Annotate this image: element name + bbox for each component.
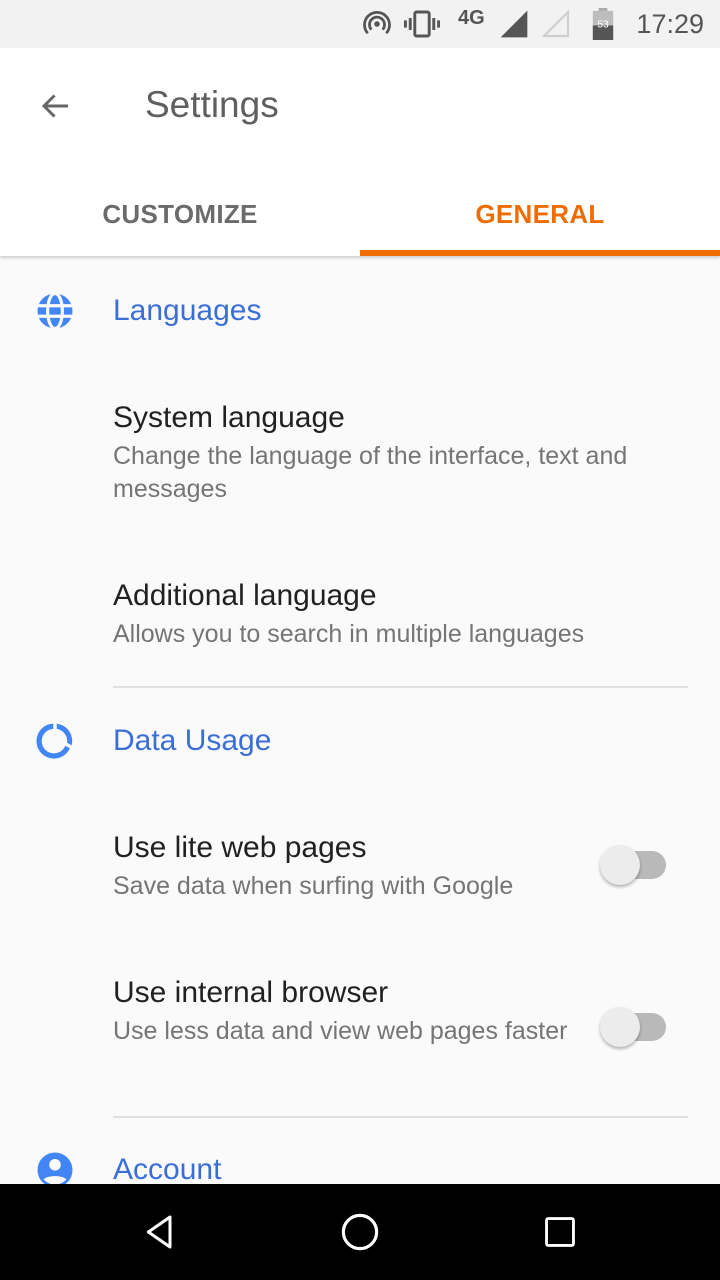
item-subtitle: Use less data and view web pages faster — [113, 1017, 568, 1045]
status-bar: 4G 53 17:29 — [0, 0, 720, 48]
item-title: Use internal browser — [113, 976, 389, 1009]
system-language-item[interactable]: System language Change the language of t… — [113, 399, 693, 506]
item-title: System language — [113, 401, 345, 434]
clock: 17:29 — [636, 8, 704, 39]
nav-back-icon — [146, 1215, 172, 1249]
divider — [113, 1116, 688, 1118]
item-subtitle: Change the language of the interface, te… — [113, 442, 628, 503]
divider — [113, 686, 688, 688]
signal-full-icon — [498, 0, 530, 48]
vibrate-icon — [404, 0, 440, 48]
toggle-thumb — [600, 845, 640, 885]
globe-icon — [37, 291, 73, 331]
nav-recents-button[interactable] — [520, 1200, 600, 1264]
item-subtitle: Allows you to search in multiple languag… — [113, 620, 585, 648]
lite-web-pages-toggle[interactable] — [600, 845, 668, 885]
tab-general[interactable]: GENERAL — [360, 172, 720, 256]
nav-back-button[interactable] — [120, 1200, 200, 1264]
arrow-back-icon — [41, 94, 68, 118]
signal-empty-icon — [540, 0, 572, 48]
settings-list[interactable]: Languages System language Change the lan… — [0, 256, 720, 1184]
section-label: Languages — [113, 294, 262, 327]
nav-home-button[interactable] — [320, 1200, 400, 1264]
lite-web-pages-item[interactable]: Use lite web pages Save data when surfin… — [113, 829, 583, 903]
internal-browser-item[interactable]: Use internal browser Use less data and v… — [113, 974, 583, 1048]
section-label: Account — [113, 1153, 222, 1184]
section-languages: Languages — [0, 281, 720, 341]
section-label: Data Usage — [113, 724, 272, 757]
hotspot-icon — [362, 0, 392, 48]
tab-indicator — [360, 250, 720, 256]
svg-text:53: 53 — [597, 20, 609, 31]
toggle-thumb — [600, 1007, 640, 1047]
section-account: Account — [0, 1140, 720, 1184]
page-title: Settings — [145, 84, 279, 125]
nav-recents-icon — [545, 1217, 575, 1247]
account-circle-icon — [37, 1152, 73, 1184]
battery-icon: 53 — [592, 0, 614, 48]
data-usage-icon — [36, 723, 73, 759]
system-nav-bar — [0, 1184, 720, 1280]
item-title: Use lite web pages — [113, 831, 367, 864]
item-title: Additional language — [113, 579, 377, 612]
nav-home-icon — [341, 1213, 379, 1251]
back-button[interactable] — [26, 78, 86, 134]
internal-browser-toggle[interactable] — [600, 1007, 668, 1047]
tab-customize[interactable]: CUSTOMIZE — [0, 172, 360, 256]
network-type-label: 4G — [458, 6, 485, 29]
app-bar: Settings CUSTOMIZE GENERAL — [0, 48, 720, 256]
section-data-usage: Data Usage — [0, 711, 720, 771]
additional-language-item[interactable]: Additional language Allows you to search… — [113, 577, 693, 651]
item-subtitle: Save data when surfing with Google — [113, 872, 514, 900]
